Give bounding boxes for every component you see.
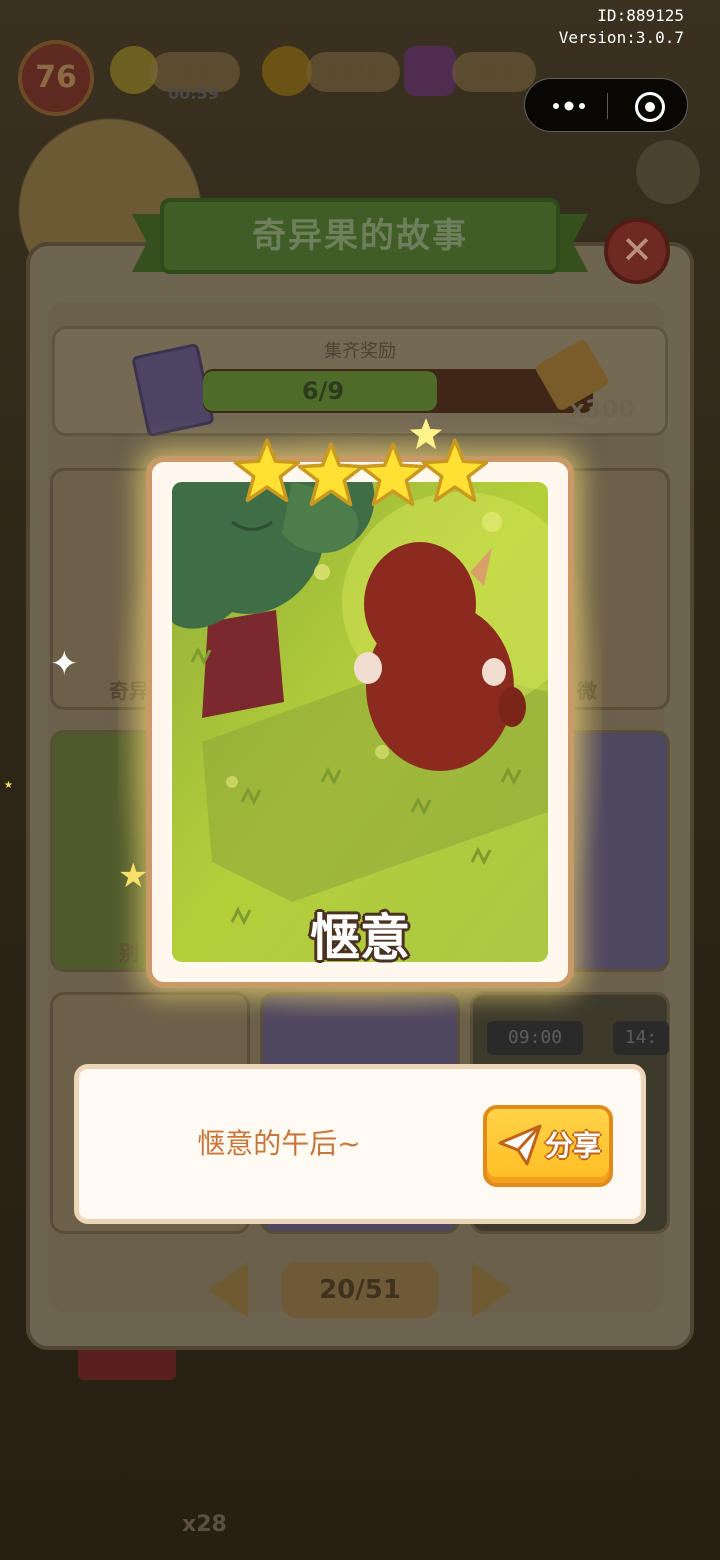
coin-icon bbox=[262, 46, 312, 96]
yellow-star-icon bbox=[297, 442, 365, 507]
bottom-item-count: x28 bbox=[182, 1512, 227, 1537]
share-button[interactable]: 分享 bbox=[483, 1105, 613, 1187]
panel-bookmark-tab bbox=[78, 1350, 176, 1380]
more-dots-icon[interactable] bbox=[547, 93, 591, 119]
capsule-divider bbox=[607, 93, 608, 119]
version-label: Version:3.0.7 bbox=[558, 28, 684, 47]
gem-icon bbox=[404, 46, 456, 96]
level-badge: 76 bbox=[18, 40, 94, 116]
clock-left: 09:00 bbox=[487, 1021, 583, 1055]
gem-count: 342 bbox=[452, 52, 536, 92]
target-dot bbox=[645, 102, 655, 112]
collect-reward-box: 集齐奖励 6/9 x300 bbox=[52, 326, 668, 438]
dialog-text: 惬意的午后~ bbox=[197, 1127, 361, 1160]
page-indicator: 20/51 bbox=[282, 1262, 438, 1318]
target-circle-icon[interactable] bbox=[635, 92, 665, 122]
paper-plane-icon bbox=[498, 1124, 542, 1166]
sparkle-icon: ✦ bbox=[50, 644, 79, 684]
share-label: 分享 bbox=[545, 1129, 602, 1162]
card-illustration bbox=[172, 482, 548, 962]
clock-right: 14: bbox=[613, 1021, 669, 1055]
mini-program-capsule bbox=[524, 78, 688, 132]
reward-count: x300 bbox=[569, 395, 635, 423]
close-x-icon[interactable]: ✕ bbox=[604, 218, 670, 284]
collect-progress-text: 6/9 bbox=[301, 377, 345, 405]
settings-gear-icon[interactable] bbox=[636, 140, 700, 204]
tiny-star-icon: ★ bbox=[4, 780, 13, 791]
yellow-star-icon bbox=[233, 438, 301, 503]
story-dialog: 惬意的午后~ 分享 bbox=[74, 1064, 646, 1224]
user-id: ID:889125 bbox=[597, 6, 684, 25]
energy-timer: 00:59 bbox=[168, 84, 219, 103]
card-title: 惬意 bbox=[310, 909, 410, 967]
coin-count: 4317 bbox=[306, 52, 400, 92]
small-star-icon bbox=[409, 418, 443, 450]
story-card-featured: 惬意 bbox=[146, 456, 574, 988]
panel-title: 奇异果的故事 bbox=[252, 216, 468, 256]
